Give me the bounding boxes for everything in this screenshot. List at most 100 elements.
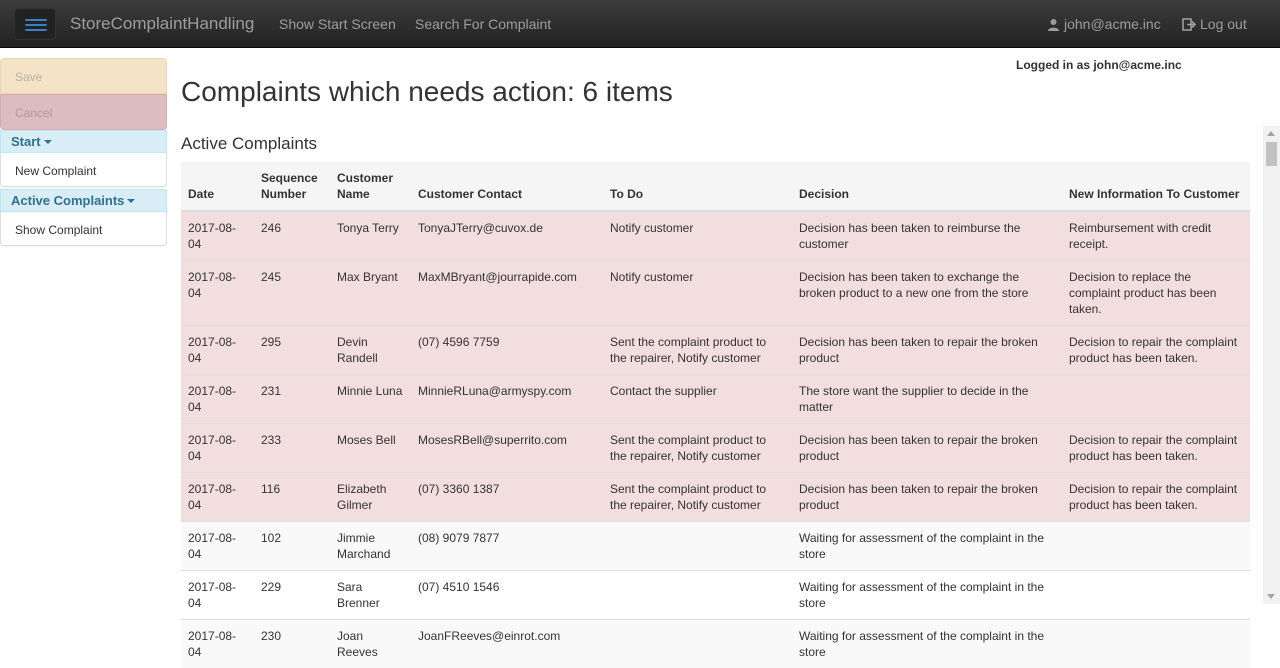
cell-to-do: Sent the complaint product to the repair… bbox=[603, 473, 792, 522]
table-row[interactable]: 2017-08-04245Max BryantMaxMBryant@jourra… bbox=[181, 261, 1250, 326]
cell-decision: Decision has been taken to repair the br… bbox=[792, 424, 1062, 473]
cell-customer-contact: TonyaJTerry@cuvox.de bbox=[411, 211, 603, 261]
cell-customer-name: Moses Bell bbox=[330, 424, 411, 473]
header-new-information[interactable]: New Information To Customer bbox=[1062, 162, 1250, 211]
cell-new-information bbox=[1062, 571, 1250, 620]
cell-customer-contact: (08) 9079 7877 bbox=[411, 522, 603, 571]
cell-new-information: Decision to repair the complaint product… bbox=[1062, 424, 1250, 473]
header-sequence-number[interactable]: Sequence Number bbox=[254, 162, 330, 211]
cell-date: 2017-08-04 bbox=[181, 473, 254, 522]
section-title: Active Complaints bbox=[181, 134, 317, 154]
cell-new-information: Reimbursement with credit receipt. bbox=[1062, 211, 1250, 261]
sidebar-item-new-complaint[interactable]: New Complaint bbox=[0, 153, 167, 187]
complaints-table: Date Sequence Number Customer Name Custo… bbox=[181, 162, 1250, 668]
user-email: john@acme.inc bbox=[1064, 16, 1161, 32]
logout-label: Log out bbox=[1200, 16, 1247, 32]
cell-date: 2017-08-04 bbox=[181, 326, 254, 375]
cell-customer-contact: MaxMBryant@jourrapide.com bbox=[411, 261, 603, 326]
table-row[interactable]: 2017-08-04116Elizabeth Gilmer(07) 3360 1… bbox=[181, 473, 1250, 522]
brand-link[interactable]: StoreComplaintHandling bbox=[70, 14, 254, 34]
header-customer-name[interactable]: Customer Name bbox=[330, 162, 411, 211]
sidebar-group-label: Active Complaints bbox=[11, 193, 124, 208]
table-row[interactable]: 2017-08-04102Jimmie Marchand(08) 9079 78… bbox=[181, 522, 1250, 571]
cell-to-do: Sent the complaint product to the repair… bbox=[603, 424, 792, 473]
cell-customer-contact: (07) 3360 1387 bbox=[411, 473, 603, 522]
user-icon bbox=[1047, 18, 1060, 31]
table-row[interactable]: 2017-08-04229Sara Brenner(07) 4510 1546 W… bbox=[181, 571, 1250, 620]
hamburger-icon bbox=[25, 19, 47, 21]
cell-sequence-number: 229 bbox=[254, 571, 330, 620]
caret-down-icon bbox=[127, 199, 135, 203]
vertical-scrollbar[interactable] bbox=[1263, 126, 1280, 604]
complaints-table-container: Date Sequence Number Customer Name Custo… bbox=[181, 162, 1250, 668]
sidebar-group-active-complaints[interactable]: Active Complaints bbox=[0, 189, 167, 212]
cell-sequence-number: 245 bbox=[254, 261, 330, 326]
logged-in-text: Logged in as john@acme.inc bbox=[1016, 58, 1182, 72]
cell-new-information bbox=[1062, 620, 1250, 668]
cell-date: 2017-08-04 bbox=[181, 571, 254, 620]
cell-customer-contact: JoanFReeves@einrot.com bbox=[411, 620, 603, 668]
hamburger-icon-bar bbox=[25, 29, 47, 31]
cell-new-information bbox=[1062, 375, 1250, 424]
cell-sequence-number: 231 bbox=[254, 375, 330, 424]
logout-link[interactable]: Log out bbox=[1182, 16, 1247, 32]
cell-customer-contact: MosesRBell@superrito.com bbox=[411, 424, 603, 473]
user-menu[interactable]: john@acme.inc bbox=[1047, 16, 1161, 32]
cell-decision: Decision has been taken to repair the br… bbox=[792, 473, 1062, 522]
table-row[interactable]: 2017-08-04231Minnie LunaMinnieRLuna@army… bbox=[181, 375, 1250, 424]
cell-date: 2017-08-04 bbox=[181, 375, 254, 424]
cell-decision: Waiting for assessment of the complaint … bbox=[792, 522, 1062, 571]
cell-customer-name: Devin Randell bbox=[330, 326, 411, 375]
cell-decision: Decision has been taken to exchange the … bbox=[792, 261, 1062, 326]
cell-customer-name: Sara Brenner bbox=[330, 571, 411, 620]
cell-customer-name: Joan Reeves bbox=[330, 620, 411, 668]
cell-decision: Decision has been taken to reimburse the… bbox=[792, 211, 1062, 261]
nav-search-for-complaint[interactable]: Search For Complaint bbox=[415, 16, 551, 32]
scroll-up-arrow-icon[interactable] bbox=[1267, 131, 1275, 136]
cancel-button[interactable]: Cancel bbox=[0, 94, 167, 130]
sidebar: Save Cancel Start New Complaint Active C… bbox=[0, 58, 167, 246]
cell-customer-contact: MinnieRLuna@armyspy.com bbox=[411, 375, 603, 424]
cell-date: 2017-08-04 bbox=[181, 211, 254, 261]
cell-sequence-number: 246 bbox=[254, 211, 330, 261]
page-title: Complaints which needs action: 6 items bbox=[181, 76, 673, 108]
cell-decision: Waiting for assessment of the complaint … bbox=[792, 571, 1062, 620]
cell-to-do bbox=[603, 620, 792, 668]
cell-customer-name: Jimmie Marchand bbox=[330, 522, 411, 571]
cell-sequence-number: 295 bbox=[254, 326, 330, 375]
cell-customer-contact: (07) 4510 1546 bbox=[411, 571, 603, 620]
scroll-thumb[interactable] bbox=[1266, 142, 1277, 166]
table-row[interactable]: 2017-08-04230Joan ReevesJoanFReeves@einr… bbox=[181, 620, 1250, 668]
logout-icon bbox=[1182, 18, 1196, 31]
menu-toggle-button[interactable] bbox=[14, 8, 56, 40]
table-row[interactable]: 2017-08-04246Tonya TerryTonyaJTerry@cuvo… bbox=[181, 211, 1250, 261]
cell-to-do bbox=[603, 571, 792, 620]
nav-show-start-screen[interactable]: Show Start Screen bbox=[279, 16, 396, 32]
header-decision[interactable]: Decision bbox=[792, 162, 1062, 211]
sidebar-item-show-complaint[interactable]: Show Complaint bbox=[0, 212, 167, 246]
cell-to-do: Sent the complaint product to the repair… bbox=[603, 326, 792, 375]
cell-sequence-number: 233 bbox=[254, 424, 330, 473]
cell-decision: The store want the supplier to decide in… bbox=[792, 375, 1062, 424]
table-row[interactable]: 2017-08-04233Moses BellMosesRBell@superr… bbox=[181, 424, 1250, 473]
scroll-down-arrow-icon[interactable] bbox=[1267, 594, 1275, 599]
save-button[interactable]: Save bbox=[0, 58, 167, 94]
cell-date: 2017-08-04 bbox=[181, 261, 254, 326]
cell-decision: Waiting for assessment of the complaint … bbox=[792, 620, 1062, 668]
cell-customer-name: Elizabeth Gilmer bbox=[330, 473, 411, 522]
header-date[interactable]: Date bbox=[181, 162, 254, 211]
cell-new-information: Decision to replace the complaint produc… bbox=[1062, 261, 1250, 326]
cell-date: 2017-08-04 bbox=[181, 522, 254, 571]
caret-down-icon bbox=[44, 140, 52, 144]
cell-to-do: Contact the supplier bbox=[603, 375, 792, 424]
cell-customer-name: Tonya Terry bbox=[330, 211, 411, 261]
header-customer-contact[interactable]: Customer Contact bbox=[411, 162, 603, 211]
cell-sequence-number: 116 bbox=[254, 473, 330, 522]
sidebar-group-label: Start bbox=[11, 134, 41, 149]
header-to-do[interactable]: To Do bbox=[603, 162, 792, 211]
cell-sequence-number: 230 bbox=[254, 620, 330, 668]
sidebar-group-start[interactable]: Start bbox=[0, 130, 167, 153]
table-row[interactable]: 2017-08-04295Devin Randell(07) 4596 7759… bbox=[181, 326, 1250, 375]
hamburger-icon-bar bbox=[25, 24, 47, 26]
cell-date: 2017-08-04 bbox=[181, 424, 254, 473]
